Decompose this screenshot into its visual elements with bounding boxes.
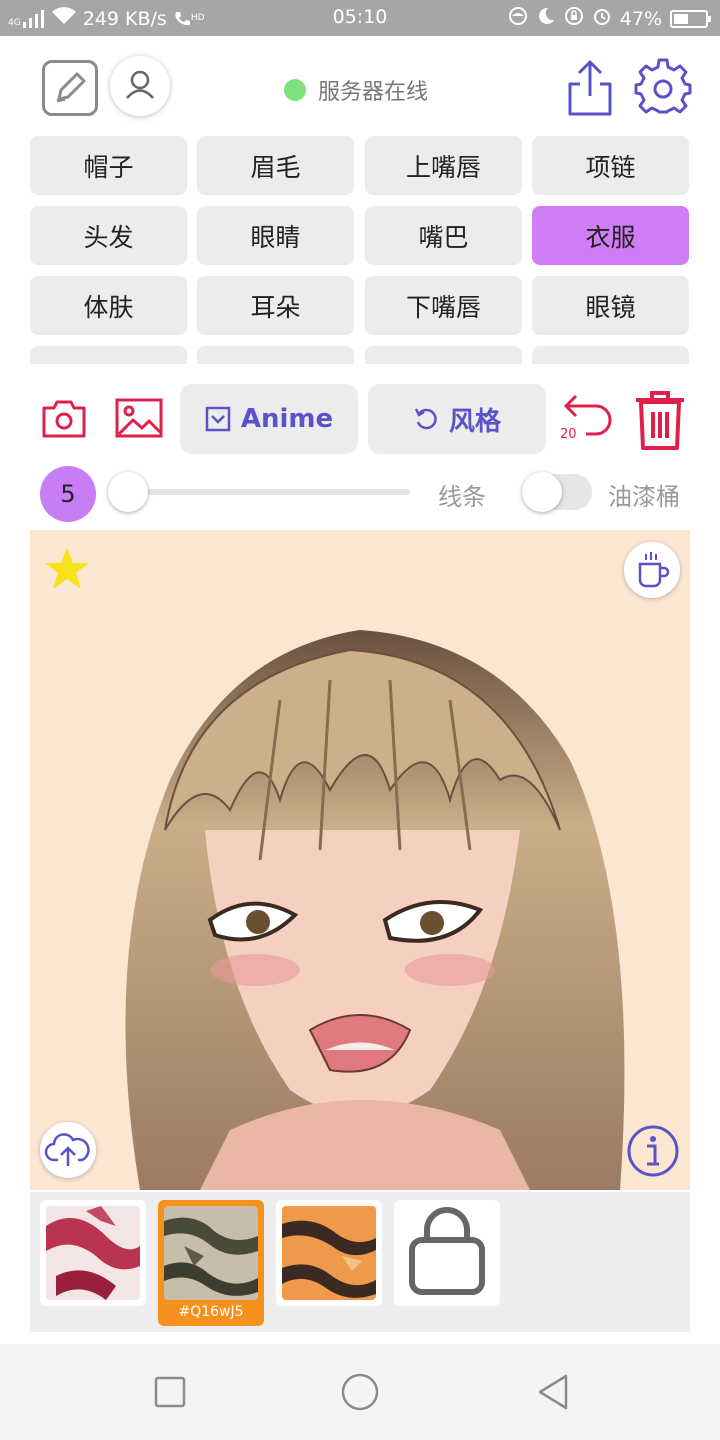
style-label: 风格 xyxy=(448,406,501,437)
share-button[interactable] xyxy=(564,58,616,118)
cloud-upload-icon xyxy=(44,1133,90,1166)
shopping-bag-icon xyxy=(409,1207,485,1295)
top-bar: 服务器在线 xyxy=(0,36,720,136)
brush-controls: 5 线条 油漆桶 xyxy=(0,462,720,522)
camera-icon xyxy=(42,400,86,438)
red-texture xyxy=(46,1206,140,1300)
part-ears[interactable]: 耳朵 xyxy=(197,276,354,335)
brush-size-value: 5 xyxy=(40,466,96,522)
edit-button[interactable] xyxy=(42,60,98,116)
part-glasses[interactable]: 眼镜 xyxy=(532,276,689,335)
delete-button[interactable] xyxy=(632,388,688,452)
toggle-thumb xyxy=(522,472,562,512)
part-hair[interactable]: 头发 xyxy=(30,206,187,265)
user-button[interactable] xyxy=(110,56,170,116)
undo-button[interactable]: 20 xyxy=(560,390,616,446)
undo-count: 20 xyxy=(560,427,577,442)
back-triangle-icon xyxy=(538,1374,568,1410)
model-label: Anime xyxy=(240,404,334,434)
status-bar: 4G 249 KB/s HD 05:10 47% xyxy=(0,0,720,36)
battery-percent: 47% xyxy=(619,7,662,30)
pencil-icon xyxy=(56,72,86,103)
part-mouth[interactable]: 嘴巴 xyxy=(365,206,522,265)
settings-button[interactable] xyxy=(634,58,692,116)
part-upper-lip[interactable]: 上嘴唇 xyxy=(365,136,522,195)
gray-texture xyxy=(164,1206,258,1300)
paint-bucket-toggle[interactable] xyxy=(522,472,592,512)
part-eyebrows[interactable]: 眉毛 xyxy=(197,136,354,195)
back-button[interactable] xyxy=(534,1372,574,1412)
server-status-dot xyxy=(284,79,306,101)
image-icon xyxy=(115,398,163,438)
moon-icon xyxy=(536,6,556,31)
navigation-bar xyxy=(0,1344,720,1440)
part-clothes[interactable]: 衣服 xyxy=(532,206,689,265)
coffee-button[interactable] xyxy=(624,542,680,598)
server-status-label: 服务器在线 xyxy=(318,80,429,105)
paint-bucket-label: 油漆桶 xyxy=(608,483,680,511)
texture-swatch-red[interactable] xyxy=(40,1200,146,1306)
part-necklace[interactable]: 项链 xyxy=(532,136,689,195)
upload-button[interactable] xyxy=(40,1122,96,1178)
battery-icon xyxy=(670,9,711,28)
trash-icon xyxy=(636,391,684,450)
rotation-lock-icon xyxy=(564,6,584,31)
info-button[interactable] xyxy=(626,1124,680,1178)
texture-shop-button[interactable] xyxy=(394,1200,500,1306)
user-icon xyxy=(126,70,154,99)
star-icon xyxy=(45,548,89,589)
server-status: 服务器在线 xyxy=(284,74,428,106)
brush-size-slider-track[interactable] xyxy=(128,489,410,495)
part-eyes[interactable]: 眼睛 xyxy=(197,206,354,265)
lines-label: 线条 xyxy=(438,483,486,511)
part-lower-lip[interactable]: 下嘴唇 xyxy=(365,276,522,335)
recents-button[interactable] xyxy=(150,1372,190,1412)
circle-icon xyxy=(341,1373,379,1411)
drawing-canvas[interactable] xyxy=(30,530,690,1190)
texture-palette: #Q16wJ5 xyxy=(30,1192,690,1332)
part-hat[interactable]: 帽子 xyxy=(30,136,187,195)
alarm-icon xyxy=(592,6,612,31)
home-button[interactable] xyxy=(340,1372,380,1412)
part-cell-partial[interactable] xyxy=(365,346,522,364)
part-cell-partial[interactable] xyxy=(532,346,689,364)
eye-care-icon xyxy=(508,6,528,31)
texture-swatch-orange[interactable] xyxy=(276,1200,382,1306)
orange-texture xyxy=(282,1206,376,1300)
gear-icon xyxy=(634,58,692,114)
texture-swatch-gray[interactable]: #Q16wJ5 xyxy=(158,1200,264,1326)
share-icon xyxy=(568,60,612,116)
camera-button[interactable] xyxy=(40,396,88,440)
coffee-cup-icon xyxy=(638,552,670,588)
model-select-button[interactable]: Anime xyxy=(180,384,358,454)
refresh-icon xyxy=(414,408,437,430)
info-icon xyxy=(627,1125,679,1177)
gallery-button[interactable] xyxy=(114,396,163,440)
toolbar: Anime 风格 20 xyxy=(0,382,720,458)
parts-grid: 帽子 眉毛 上嘴唇 项链 头发 眼睛 嘴巴 衣服 体肤 耳朵 下嘴唇 眼镜 xyxy=(30,136,690,364)
texture-code: #Q16wJ5 xyxy=(178,1304,244,1320)
brush-size-slider-thumb[interactable] xyxy=(108,472,148,512)
part-cell-partial[interactable] xyxy=(30,346,187,364)
square-icon xyxy=(154,1376,186,1408)
dropdown-box-icon xyxy=(205,406,231,432)
style-button[interactable]: 风格 xyxy=(368,384,546,454)
part-skin[interactable]: 体肤 xyxy=(30,276,187,335)
anime-portrait xyxy=(30,530,690,1190)
favorite-button[interactable] xyxy=(42,544,92,594)
part-cell-partial[interactable] xyxy=(197,346,354,364)
